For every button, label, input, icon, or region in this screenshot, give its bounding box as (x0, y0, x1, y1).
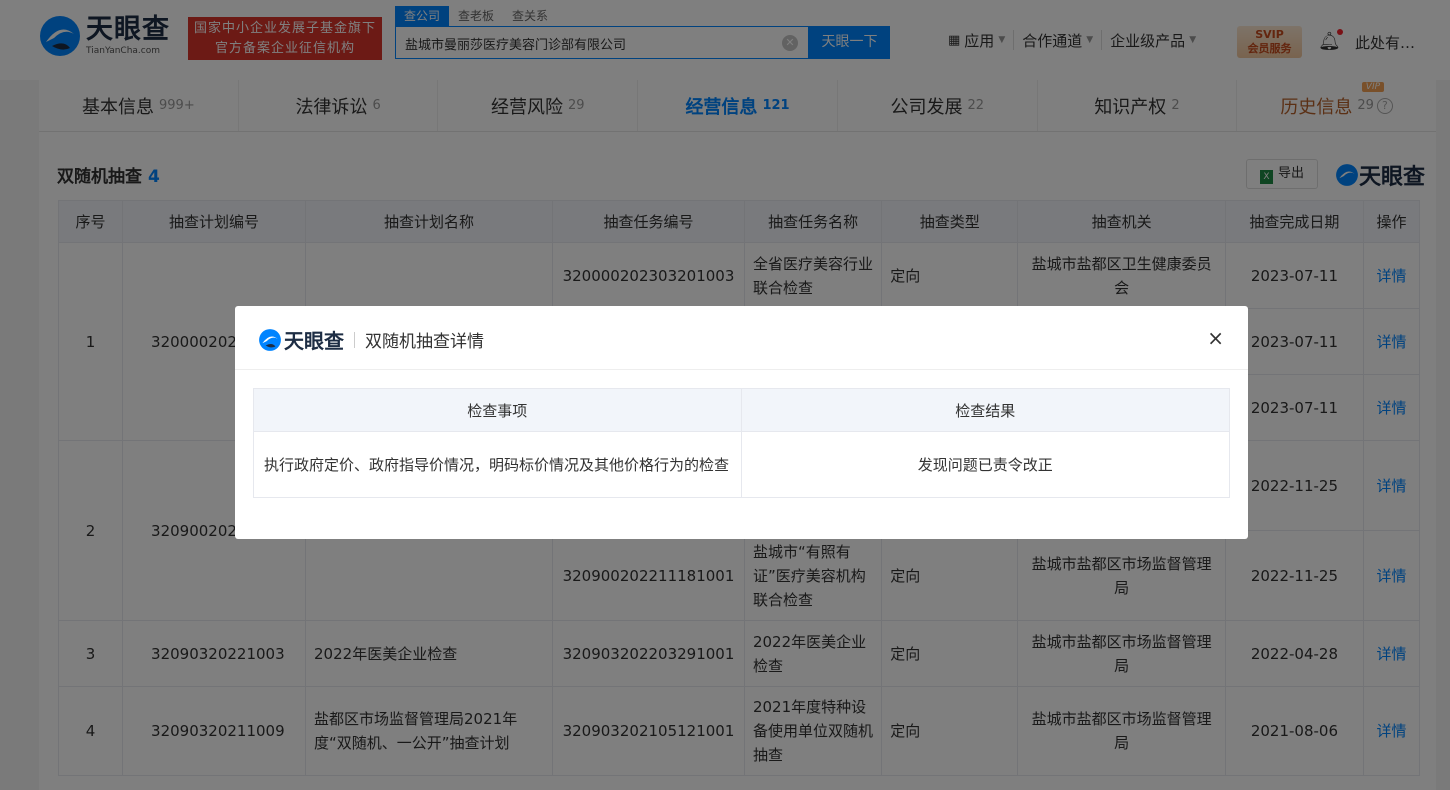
detail-row: 执行政府定价、政府指导价情况，明码标价情况及其他价格行为的检查 发现问题已责令改… (253, 431, 1230, 498)
detail-modal: 天眼查 双随机抽查详情 × 检查事项 检查结果 执行政府定价、政府指导价情况，明… (235, 306, 1248, 539)
modal-header: 天眼查 双随机抽查详情 × (235, 306, 1248, 370)
col-check-result: 检查结果 (740, 388, 1230, 432)
detail-table: 检查事项 检查结果 执行政府定价、政府指导价情况，明码标价情况及其他价格行为的检… (253, 388, 1230, 498)
col-check-item: 检查事项 (253, 388, 742, 432)
eye-logo-icon (259, 328, 281, 351)
check-item: 执行政府定价、政府指导价情况，明码标价情况及其他价格行为的检查 (253, 431, 742, 498)
close-icon[interactable]: × (1207, 326, 1224, 350)
detail-header-row: 检查事项 检查结果 (253, 388, 1230, 432)
check-result: 发现问题已责令改正 (740, 431, 1230, 498)
modal-logo-text: 天眼查 (284, 329, 344, 353)
divider (354, 331, 355, 348)
modal-title: 双随机抽查详情 (365, 332, 484, 352)
modal-logo: 天眼查 双随机抽查详情 (258, 325, 484, 354)
